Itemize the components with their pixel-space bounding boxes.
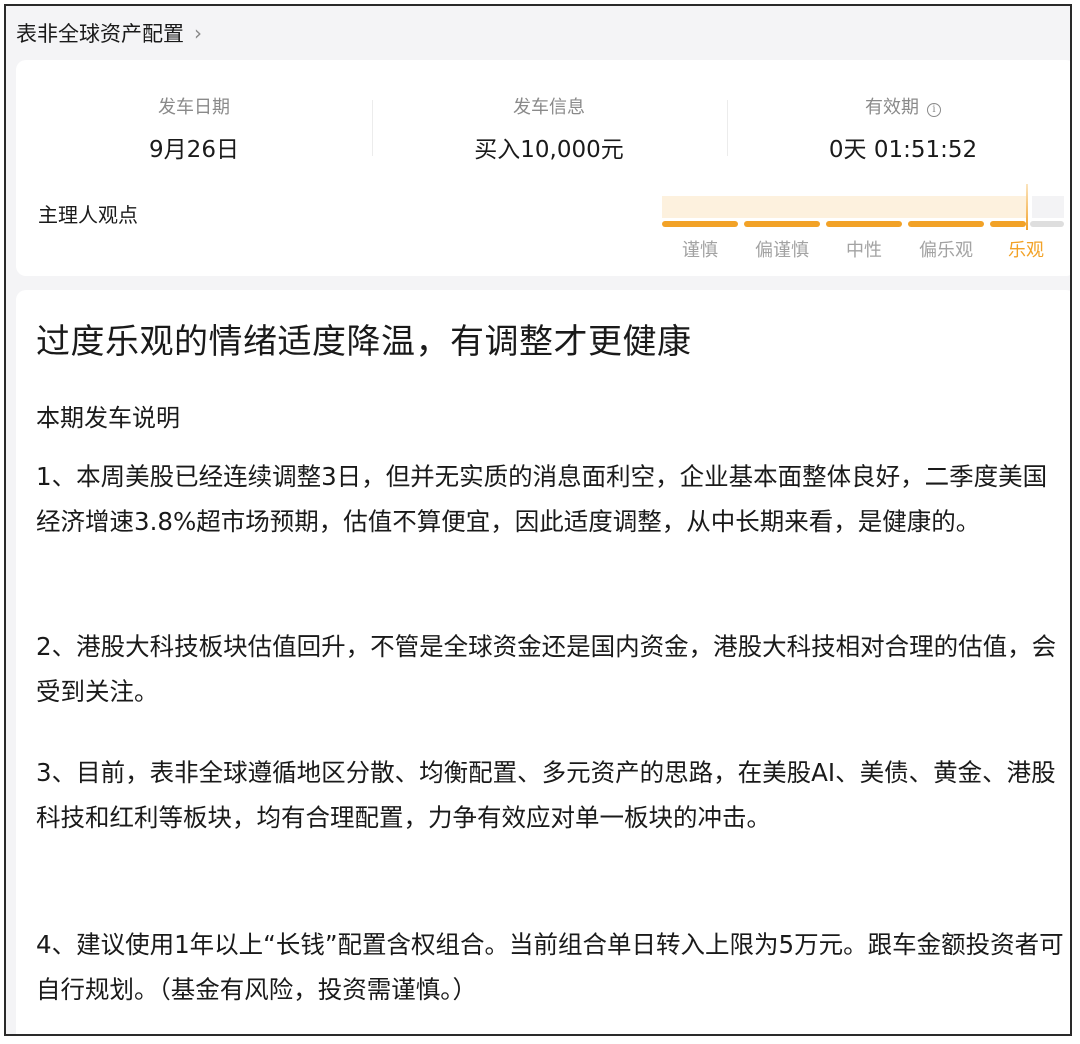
depart-info-value: 买入10,000元 (474, 137, 624, 163)
meter-highlight-band (662, 196, 1026, 218)
scale-label-optimistic: 乐观 (1008, 240, 1044, 261)
meter-segment (908, 221, 984, 227)
section-title: 本期发车说明 (36, 404, 180, 432)
depart-date: 发车日期 9月26日 (44, 96, 344, 164)
meter-segment (826, 221, 902, 227)
article-card: 过度乐观的情绪适度降温，有调整才更健康 本期发车说明 1、本周美股已经连续调整3… (16, 290, 1070, 1034)
meter-track-rest (1032, 196, 1064, 218)
validity-label: 有效期 (865, 97, 919, 118)
meter-segment-remaining (1030, 221, 1064, 227)
paragraph: 3、目前，表非全球遵循地区分散、均衡配置、多元资产的思路，在美股AI、美债、黄金… (36, 758, 1056, 832)
validity-value: 0天 01:51:52 (828, 137, 978, 163)
paragraph: 2、港股大科技板块估值回升，不管是全球资金还是国内资金，港股大科技相对合理的估值… (36, 632, 1057, 706)
article-headline: 过度乐观的情绪适度降温，有调整才更健康 (36, 322, 692, 362)
divider (372, 100, 373, 156)
validity-label-row: 有效期 i (753, 96, 1053, 120)
paragraph: 1、本周美股已经连续调整3日，但并无实质的消息面利空，企业基本面整体良好，二季度… (36, 462, 1048, 536)
meter-segment (744, 221, 820, 227)
scale-label-somewhat-optimistic: 偏乐观 (919, 240, 973, 261)
scale-label-somewhat-cautious: 偏谨慎 (755, 240, 809, 261)
depart-date-label: 发车日期 (158, 97, 230, 118)
breadcrumb-title[interactable]: 表非全球资产配置 (16, 18, 184, 48)
sentiment-meter: 谨慎 偏谨慎 中性 偏乐观 乐观 (662, 184, 1064, 262)
validity: 有效期 i 0天 01:51:52 (753, 96, 1053, 164)
app-frame: 表非全球资产配置 › 发车日期 9月26日 发车信息 买入10,000元 有效期… (4, 4, 1072, 1036)
depart-info: 发车信息 买入10,000元 (399, 96, 699, 164)
scale-label-neutral: 中性 (846, 240, 882, 261)
breadcrumb[interactable]: 表非全球资产配置 › (16, 18, 202, 48)
manager-view-label: 主理人观点 (38, 203, 138, 227)
summary-card: 发车日期 9月26日 发车信息 买入10,000元 有效期 i 0天 01:51:… (16, 60, 1070, 276)
chevron-right-icon[interactable]: › (194, 21, 202, 45)
paragraph: 4、建议使用1年以上“长钱”配置含权组合。当前组合单日转入上限为5万元。跟车金额… (36, 930, 1064, 1004)
meter-segment (662, 221, 738, 227)
depart-info-label: 发车信息 (513, 97, 585, 118)
info-icon[interactable]: i (927, 103, 941, 117)
meter-segment (990, 221, 1026, 227)
depart-date-value: 9月26日 (149, 137, 239, 163)
divider (727, 100, 728, 156)
meter-marker (1026, 184, 1028, 230)
scale-label-cautious: 谨慎 (682, 240, 718, 261)
